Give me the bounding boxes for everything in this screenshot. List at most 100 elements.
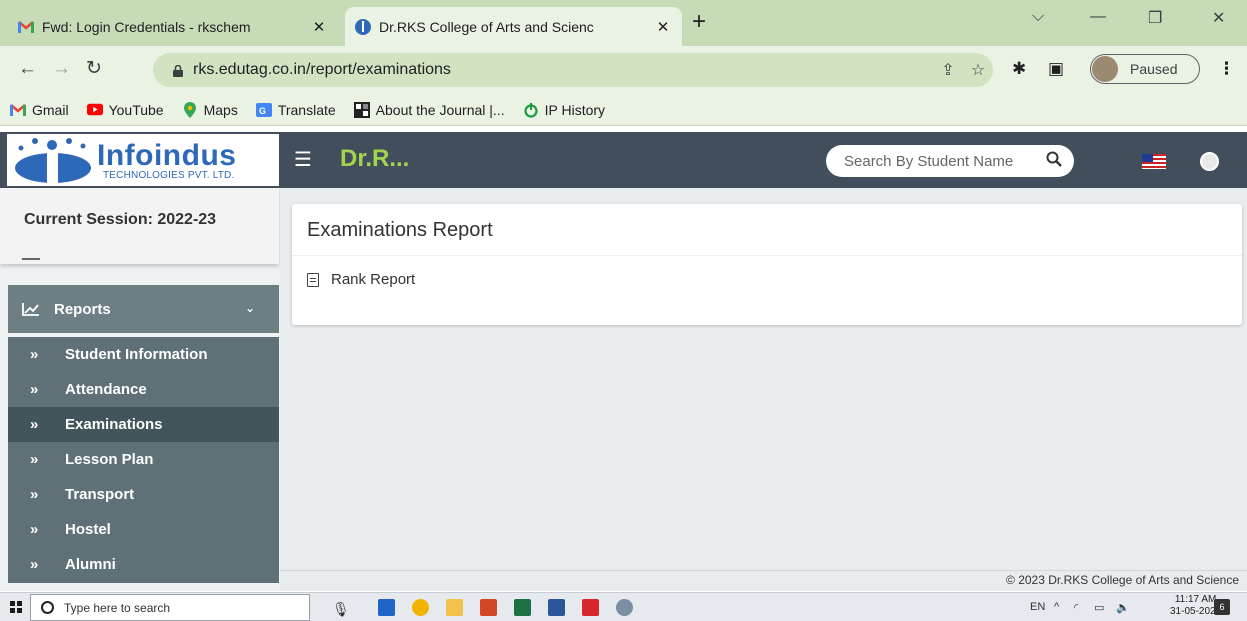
battery-icon[interactable]: ▭ xyxy=(1094,601,1104,614)
browser-toolbar: ← → ↻ rks.edutag.co.in/report/examinatio… xyxy=(0,46,1247,94)
bookmark-maps[interactable]: Maps xyxy=(182,101,238,118)
powerpoint-icon[interactable] xyxy=(480,599,497,616)
chevron-down-icon: ⌄ xyxy=(244,301,255,315)
footer-copyright: © 2023 Dr.RKS College of Arts and Scienc… xyxy=(1006,573,1239,587)
sidebar-item-label: Student Information xyxy=(65,346,208,363)
browser-tab-gmail[interactable]: Fwd: Login Credentials - rkschem ✕ xyxy=(8,7,338,46)
college-brand: Dr.R... xyxy=(340,145,410,172)
menu-dots-icon[interactable]: ⋮ xyxy=(1218,59,1235,79)
url-text: rks.edutag.co.in/report/examinations xyxy=(193,61,451,78)
sidebar-item-label: Transport xyxy=(65,486,135,503)
windows-taskbar: Type here to search 🎙 EN ^ ◜ ▭ 🔈 11:17 A… xyxy=(0,592,1247,621)
main-content: Examinations Report Rank Report © 2023 D… xyxy=(280,188,1247,591)
logo-subtext: TECHNOLOGIES PVT. LTD. xyxy=(103,170,235,181)
wifi-icon[interactable]: ◜ xyxy=(1074,601,1078,614)
new-tab-button[interactable]: + xyxy=(692,10,706,34)
infoindus-icon xyxy=(355,18,371,35)
forward-icon[interactable]: → xyxy=(52,59,71,79)
window-close-icon[interactable]: ✕ xyxy=(1212,8,1225,28)
sidebar-item-label: Alumni xyxy=(65,556,116,573)
chart-line-icon xyxy=(22,301,42,317)
sidebar-item-transport[interactable]: » Transport xyxy=(8,477,279,512)
sidebar-item-label: Hostel xyxy=(65,521,111,538)
app-header: Infoindus TECHNOLOGIES PVT. LTD. ☰ Dr.R.… xyxy=(0,132,1247,188)
notifications-icon[interactable]: 6 xyxy=(1214,599,1230,615)
acrobat-icon[interactable] xyxy=(582,599,599,616)
taskbar-search-placeholder: Type here to search xyxy=(64,600,171,615)
close-tab-icon[interactable]: ✕ xyxy=(654,18,672,36)
file-explorer-icon[interactable] xyxy=(446,599,463,616)
close-tab-icon[interactable]: ✕ xyxy=(310,18,328,36)
browser-tab-strip: Fwd: Login Credentials - rkschem ✕ Dr.RK… xyxy=(0,0,1247,46)
microphone-icon[interactable]: 🎙 xyxy=(332,601,350,618)
tab-search-chevron-icon[interactable]: ⌵ xyxy=(1032,8,1044,26)
sidebar-item-examinations[interactable]: » Examinations xyxy=(8,407,279,442)
double-chevron-icon: » xyxy=(30,381,39,398)
sidebar: Current Session: 2022-23 Reports ⌄ » Stud… xyxy=(0,188,280,591)
restore-icon[interactable]: ❐ xyxy=(1148,8,1162,28)
side-panel-icon[interactable]: ▣ xyxy=(1048,59,1064,79)
minimize-icon[interactable]: — xyxy=(1090,8,1106,26)
profile-button[interactable]: Paused xyxy=(1090,54,1200,84)
double-chevron-icon: » xyxy=(30,346,39,363)
bookmark-ip-history[interactable]: IP History xyxy=(523,102,605,118)
word-icon[interactable] xyxy=(548,599,565,616)
logo-mark-icon xyxy=(15,138,91,186)
current-session: Current Session: 2022-23 xyxy=(24,211,217,228)
infoindus-logo[interactable]: Infoindus TECHNOLOGIES PVT. LTD. xyxy=(7,134,279,186)
student-search-box xyxy=(826,145,1074,177)
reload-icon[interactable]: ↻ xyxy=(86,59,102,79)
search-icon[interactable] xyxy=(1034,151,1074,172)
extensions-icon[interactable]: ✱ xyxy=(1012,59,1026,79)
journal-icon xyxy=(353,101,370,118)
bookmark-journal[interactable]: About the Journal |... xyxy=(353,101,505,118)
language-indicator[interactable]: EN xyxy=(1030,601,1045,613)
svg-text:G: G xyxy=(259,106,266,116)
rank-report-label: Rank Report xyxy=(331,271,416,288)
rank-report-link[interactable]: Rank Report xyxy=(307,271,415,288)
windows-start-icon[interactable] xyxy=(10,601,22,613)
bookmarks-bar: Gmail YouTube Maps G Translate About the… xyxy=(0,94,1247,126)
address-bar[interactable]: rks.edutag.co.in/report/examinations ⇪ ☆ xyxy=(153,53,993,87)
volume-icon[interactable]: 🔈 xyxy=(1116,601,1130,614)
sidebar-item-alumni[interactable]: » Alumni xyxy=(8,547,279,582)
sidebar-item-hostel[interactable]: » Hostel xyxy=(8,512,279,547)
power-icon xyxy=(523,102,539,118)
bookmark-translate[interactable]: G Translate xyxy=(255,101,336,118)
cortana-circle-icon xyxy=(41,601,54,614)
user-avatar[interactable] xyxy=(1200,152,1219,171)
sidebar-item-label: Lesson Plan xyxy=(65,451,154,468)
us-flag-language-icon[interactable] xyxy=(1142,154,1166,169)
mail-app-icon[interactable] xyxy=(378,599,395,616)
footer-divider xyxy=(280,570,1247,571)
browser-tab-active[interactable]: Dr.RKS College of Arts and Scienc ✕ xyxy=(345,7,682,46)
bookmark-label: Gmail xyxy=(32,101,69,118)
taskbar-search[interactable]: Type here to search xyxy=(30,594,310,621)
bookmark-gmail[interactable]: Gmail xyxy=(10,102,69,118)
gmail-icon xyxy=(10,103,26,117)
sidebar-item-student-information[interactable]: » Student Information xyxy=(8,337,279,372)
sidebar-item-lesson-plan[interactable]: » Lesson Plan xyxy=(8,442,279,477)
paint-icon[interactable] xyxy=(616,599,633,616)
sidebar-menu-reports[interactable]: Reports ⌄ xyxy=(8,285,279,333)
bookmark-label: Translate xyxy=(277,101,336,118)
youtube-icon xyxy=(86,103,103,117)
bookmark-youtube[interactable]: YouTube xyxy=(86,102,164,118)
star-icon[interactable]: ☆ xyxy=(963,60,993,80)
sidebar-menu-label: Reports xyxy=(54,300,111,318)
bookmark-label: About the Journal |... xyxy=(375,101,505,118)
chrome-app-icon[interactable] xyxy=(412,599,429,616)
share-icon[interactable]: ⇪ xyxy=(933,60,963,80)
double-chevron-icon: » xyxy=(30,416,39,433)
sidebar-item-label: Attendance xyxy=(65,381,147,398)
hamburger-menu-icon[interactable]: ☰ xyxy=(294,150,312,170)
maps-icon xyxy=(182,101,198,118)
tray-chevron-icon[interactable]: ^ xyxy=(1054,601,1059,613)
excel-icon[interactable] xyxy=(514,599,531,616)
double-chevron-icon: » xyxy=(30,521,39,538)
back-icon[interactable]: ← xyxy=(18,59,37,79)
sidebar-item-attendance[interactable]: » Attendance xyxy=(8,372,279,407)
session-panel: Current Session: 2022-23 xyxy=(0,188,279,264)
student-search-input[interactable] xyxy=(844,152,1034,170)
double-chevron-icon: » xyxy=(30,556,39,573)
